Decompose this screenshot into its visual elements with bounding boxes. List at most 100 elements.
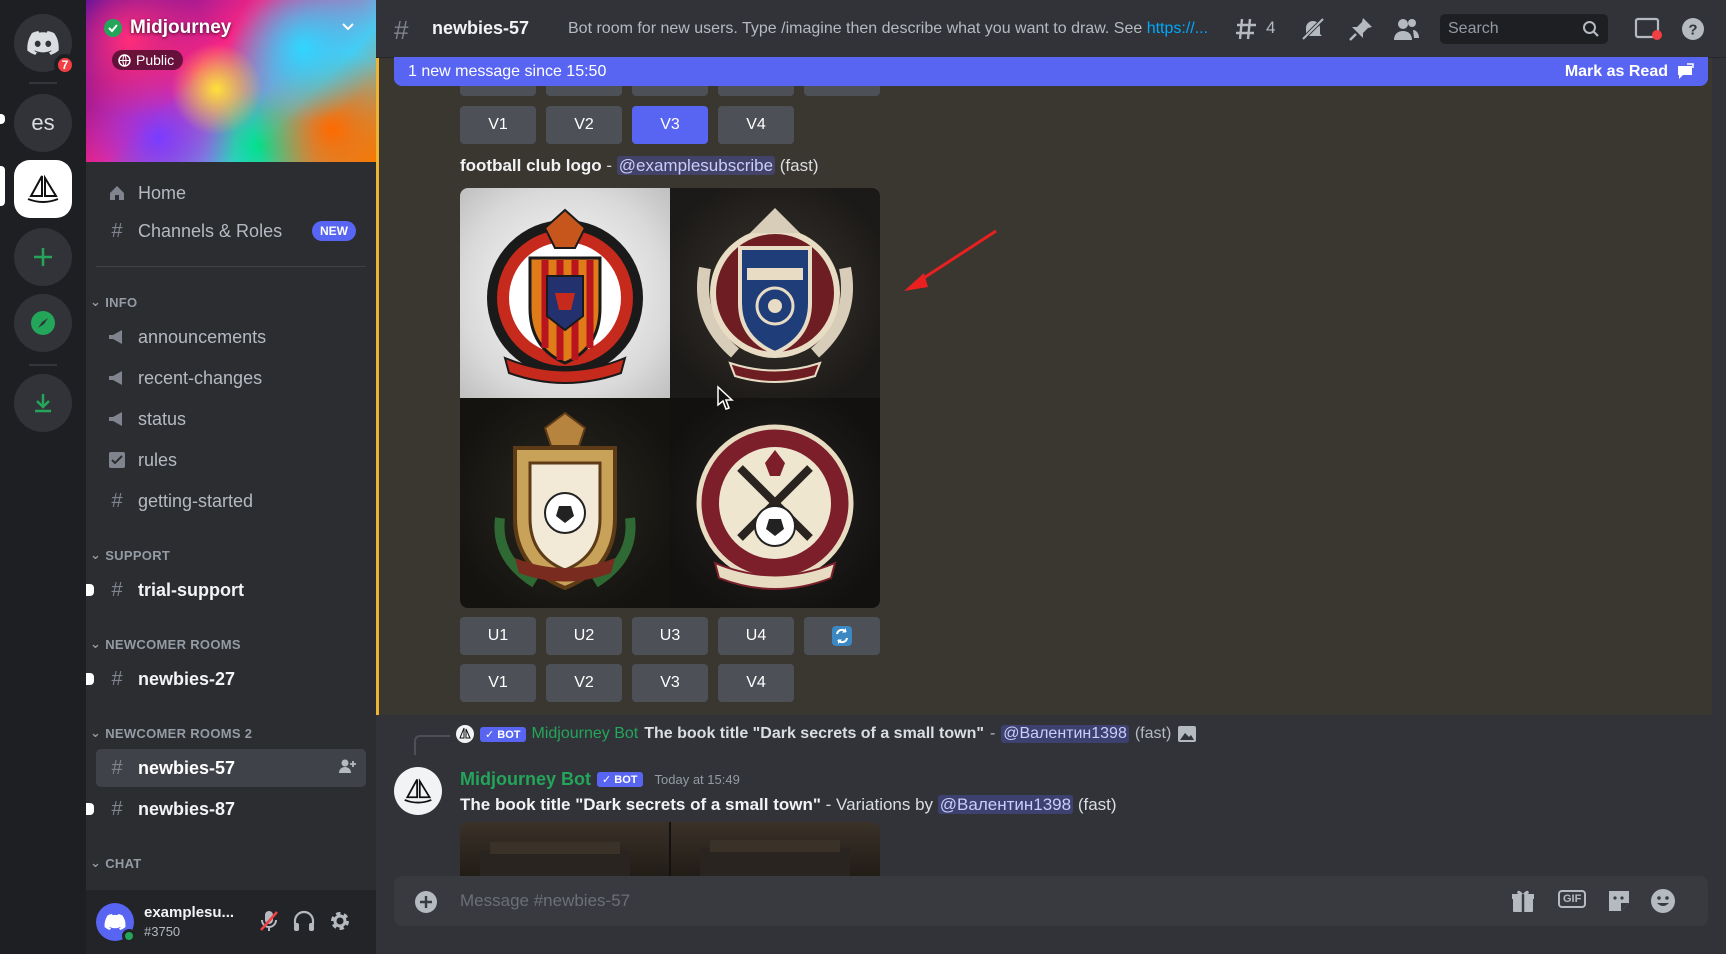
- variation-button-v2[interactable]: V2: [546, 106, 622, 144]
- chevron-down-icon[interactable]: [340, 19, 356, 35]
- logo-image-4[interactable]: [670, 398, 880, 608]
- download-button[interactable]: [14, 374, 72, 432]
- invite-member-icon[interactable]: [338, 758, 356, 779]
- sidebar-item-announcements[interactable]: announcements: [96, 318, 366, 356]
- variation-button-v4[interactable]: V4: [718, 106, 794, 144]
- gift-icon[interactable]: [1510, 888, 1536, 914]
- server-es[interactable]: es: [14, 94, 72, 152]
- add-server-button[interactable]: [14, 228, 72, 286]
- sidebar-item-label: announcements: [138, 326, 267, 347]
- variation-button-v4[interactable]: V4: [718, 664, 794, 702]
- variation-button-v3[interactable]: V3: [632, 664, 708, 702]
- reroll-button[interactable]: [804, 617, 880, 655]
- sidebar-item-trial-support[interactable]: # trial-support: [86, 571, 366, 609]
- image-grid-preview[interactable]: [460, 822, 880, 876]
- upscale-button-u1[interactable]: U1: [460, 617, 536, 655]
- category-chat[interactable]: ⌄ CHAT: [90, 855, 142, 871]
- explore-button[interactable]: [14, 294, 72, 352]
- inbox-icon[interactable]: [1634, 16, 1662, 42]
- sidebar-item-newbies-57[interactable]: # newbies-57: [96, 749, 366, 787]
- reply-author[interactable]: Midjourney Bot: [532, 725, 639, 743]
- mark-as-read-button[interactable]: Mark as Read: [1565, 63, 1668, 81]
- rail-divider: [29, 364, 57, 366]
- server-header[interactable]: Midjourney: [104, 17, 231, 39]
- separator: -: [989, 725, 996, 742]
- variation-button-v1[interactable]: V1: [460, 664, 536, 702]
- online-status-icon: [122, 929, 136, 943]
- gif-button[interactable]: GIF: [1558, 890, 1587, 908]
- thread-hash-icon: #: [111, 797, 123, 820]
- sidebar-item-label: recent-changes: [138, 367, 263, 388]
- sidebar-item-home[interactable]: Home: [96, 174, 366, 212]
- image-grid[interactable]: [460, 188, 880, 608]
- headphones-icon[interactable]: [292, 909, 316, 933]
- selected-pill: [0, 166, 5, 206]
- speed-label: (fast): [1073, 795, 1117, 814]
- message-input[interactable]: [460, 888, 1360, 914]
- threads-icon[interactable]: [1234, 16, 1260, 42]
- variation-button-v3-selected[interactable]: V3: [632, 106, 708, 144]
- user-mention[interactable]: @examplesubscribe: [616, 156, 776, 175]
- logo-image-2[interactable]: [670, 188, 880, 398]
- sticker-icon[interactable]: [1606, 888, 1632, 914]
- mute-mic-icon[interactable]: [258, 909, 280, 933]
- sidebar-item-status[interactable]: status: [96, 400, 366, 438]
- user-mention[interactable]: @Валентин1398: [1001, 725, 1129, 743]
- variation-button-v2[interactable]: V2: [546, 664, 622, 702]
- crest-logo-icon: [696, 424, 854, 590]
- channel-header: # newbies-57 Bot room for new users. Typ…: [376, 0, 1726, 58]
- variation-suffix: - Variations by: [820, 795, 938, 814]
- sidebar-item-channels-roles[interactable]: # Channels & Roles NEW: [96, 212, 366, 250]
- sidebar-item-newbies-87[interactable]: # newbies-87: [86, 790, 366, 828]
- attach-plus-icon[interactable]: [414, 890, 438, 914]
- upscale-button-u3[interactable]: U3: [632, 617, 708, 655]
- upscale-button-u2[interactable]: U2: [546, 617, 622, 655]
- message-header: Midjourney Bot ✓ BOT Today at 15:49: [460, 769, 740, 790]
- message-author[interactable]: Midjourney Bot: [460, 769, 591, 790]
- mark-read-icon[interactable]: [1676, 63, 1694, 81]
- sidebar-item-newbies-27[interactable]: # newbies-27: [86, 660, 366, 698]
- mouse-cursor-icon: [717, 385, 734, 410]
- user-tag: #3750: [144, 924, 181, 939]
- variation-button-v1[interactable]: V1: [460, 106, 536, 144]
- search-input[interactable]: Search: [1440, 14, 1608, 44]
- sidebar-item-rules[interactable]: rules: [96, 441, 366, 479]
- direct-messages-button[interactable]: 7: [14, 14, 76, 76]
- category-newcomer-rooms[interactable]: ⌄ NEWCOMER ROOMS: [90, 636, 241, 652]
- help-icon[interactable]: ?: [1680, 16, 1706, 42]
- hash-icon: #: [111, 489, 123, 512]
- chevron-down-icon: ⌄: [90, 855, 102, 870]
- pin-icon[interactable]: [1348, 16, 1374, 42]
- sidebar-item-getting-started[interactable]: # getting-started: [96, 482, 366, 520]
- upscale-button-u4[interactable]: U4: [718, 617, 794, 655]
- reply-reference[interactable]: ✓ BOT Midjourney Bot The book title "Dar…: [456, 725, 1197, 743]
- channel-title: newbies-57: [432, 18, 530, 38]
- emoji-icon[interactable]: [1650, 888, 1676, 914]
- category-support[interactable]: ⌄ SUPPORT: [90, 547, 170, 563]
- notification-muted-icon[interactable]: [1300, 16, 1326, 42]
- avatar[interactable]: [394, 767, 442, 815]
- reply-prompt: The book title "Dark secrets of a small …: [644, 725, 984, 742]
- bot-avatar-small-icon: [456, 725, 474, 743]
- sidebar-item-recent-changes[interactable]: recent-changes: [96, 359, 366, 397]
- user-mention[interactable]: @Валентин1398: [937, 795, 1074, 814]
- logo-image-3[interactable]: [460, 398, 670, 608]
- member-list-icon[interactable]: [1392, 16, 1420, 42]
- unread-indicator: [86, 584, 94, 596]
- sidebar-item-label: rules: [138, 449, 178, 470]
- category-newcomer-rooms-2[interactable]: ⌄ NEWCOMER ROOMS 2: [90, 725, 252, 741]
- new-messages-text[interactable]: 1 new message since 15:50: [408, 63, 606, 81]
- image-icon: [1178, 726, 1197, 742]
- server-midjourney[interactable]: [14, 160, 72, 218]
- category-info[interactable]: ⌄ INFO: [90, 294, 137, 310]
- avatar[interactable]: [96, 903, 136, 943]
- gear-icon[interactable]: [328, 909, 352, 933]
- channel-topic[interactable]: Bot room for new users. Type /imagine th…: [568, 20, 1208, 38]
- topic-link[interactable]: https://...: [1147, 20, 1208, 37]
- separator: -: [601, 156, 617, 175]
- logo-image-1[interactable]: [460, 188, 670, 398]
- server-banner[interactable]: Midjourney Public: [86, 0, 376, 162]
- new-messages-bar[interactable]: 1 new message since 15:50 Mark as Read: [394, 57, 1708, 86]
- message-list[interactable]: V1 V2 V3 V4 football club logo - @exampl…: [376, 58, 1726, 876]
- chevron-down-icon: ⌄: [90, 636, 102, 651]
